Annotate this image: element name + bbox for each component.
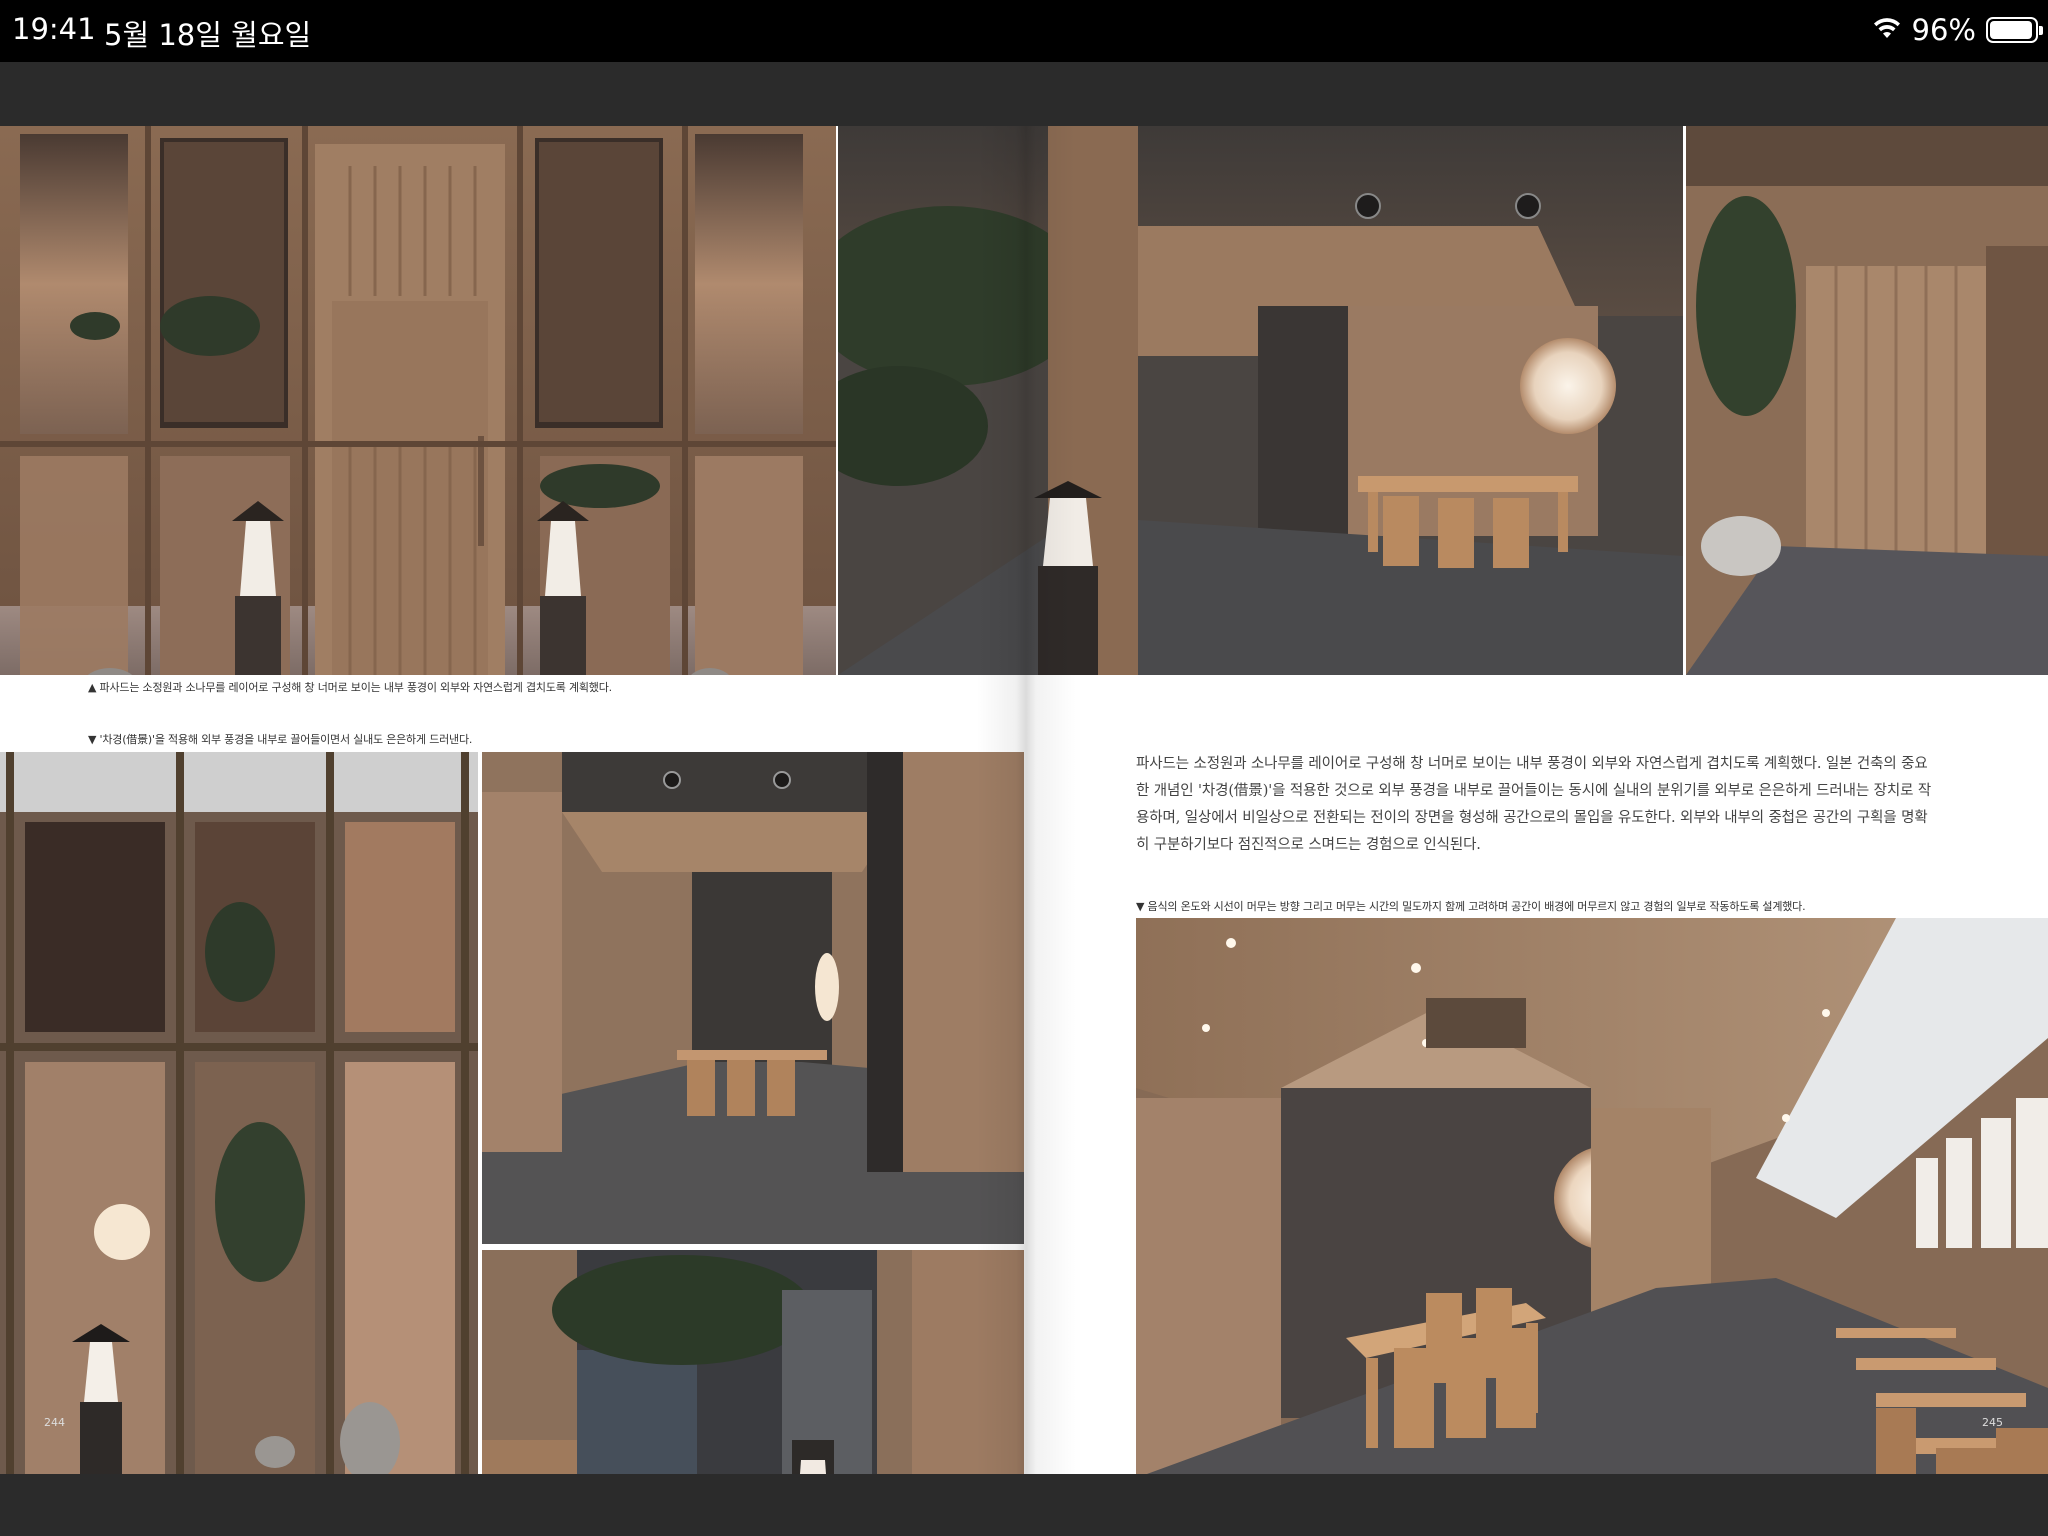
page-number-right: 245 [1982,1416,2003,1429]
photo-lantern-pine [482,1250,1024,1474]
battery-tip [2039,26,2043,35]
magazine-spread[interactable]: ▲ 파사드는 소정원과 소나무를 레이어로 구성해 창 너머로 보이는 내부 풍… [0,126,2048,1474]
status-bar: 19:41 5월 18일 월요일 96% [0,0,2048,62]
caption-borrowed-scenery: ▼ '차경(借景)'을 적용해 외부 풍경을 내부로 끌어들이면서 실내도 은은… [88,733,473,746]
article-line: 파사드는 소정원과 소나무를 레이어로 구성해 창 너머로 보이는 내부 풍경이… [1136,756,1928,772]
status-time: 19:41 [12,12,96,46]
photo-facade-entrance [0,126,836,675]
photo-corridor-dining [482,752,1024,1244]
wifi-icon [1872,16,1902,44]
photo-dining-hall [1136,918,2048,1474]
caption-dining-hall: ▼ 음식의 온도와 시선이 머무는 방향 그리고 머무는 시간의 밀도까지 함께… [1136,900,1806,913]
article-line: 한 개념인 '차경(借景)'을 적용한 것으로 외부 풍경을 내부로 끌어들이는… [1136,783,1932,799]
reader-bottom-bar[interactable] [0,1474,2048,1536]
photo-corridor-round-window [838,126,1683,675]
battery-icon [1986,17,2043,43]
article-line: 히 구분하기보다 점진적으로 스며드는 경험으로 인식된다. [1136,837,1481,853]
status-date: 5월 18일 월요일 [104,18,312,52]
photo-night-facade [0,752,478,1474]
article-line: 용하며, 일상에서 비일상으로 전환되는 전이의 장면을 형성해 공간으로의 몰… [1136,810,1928,826]
status-indicators: 96% [1872,10,2043,50]
photo-wood-wall-corner [1686,126,2048,675]
battery-percent: 96% [1911,13,1976,47]
article-body: 파사드는 소정원과 소나무를 레이어로 구성해 창 너머로 보이는 내부 풍경이… [1136,751,1962,859]
page-number-left: 244 [44,1416,65,1429]
caption-facade: ▲ 파사드는 소정원과 소나무를 레이어로 구성해 창 너머로 보이는 내부 풍… [88,681,612,694]
reader-top-bar[interactable] [0,62,2048,126]
battery-fill [1990,21,2033,39]
